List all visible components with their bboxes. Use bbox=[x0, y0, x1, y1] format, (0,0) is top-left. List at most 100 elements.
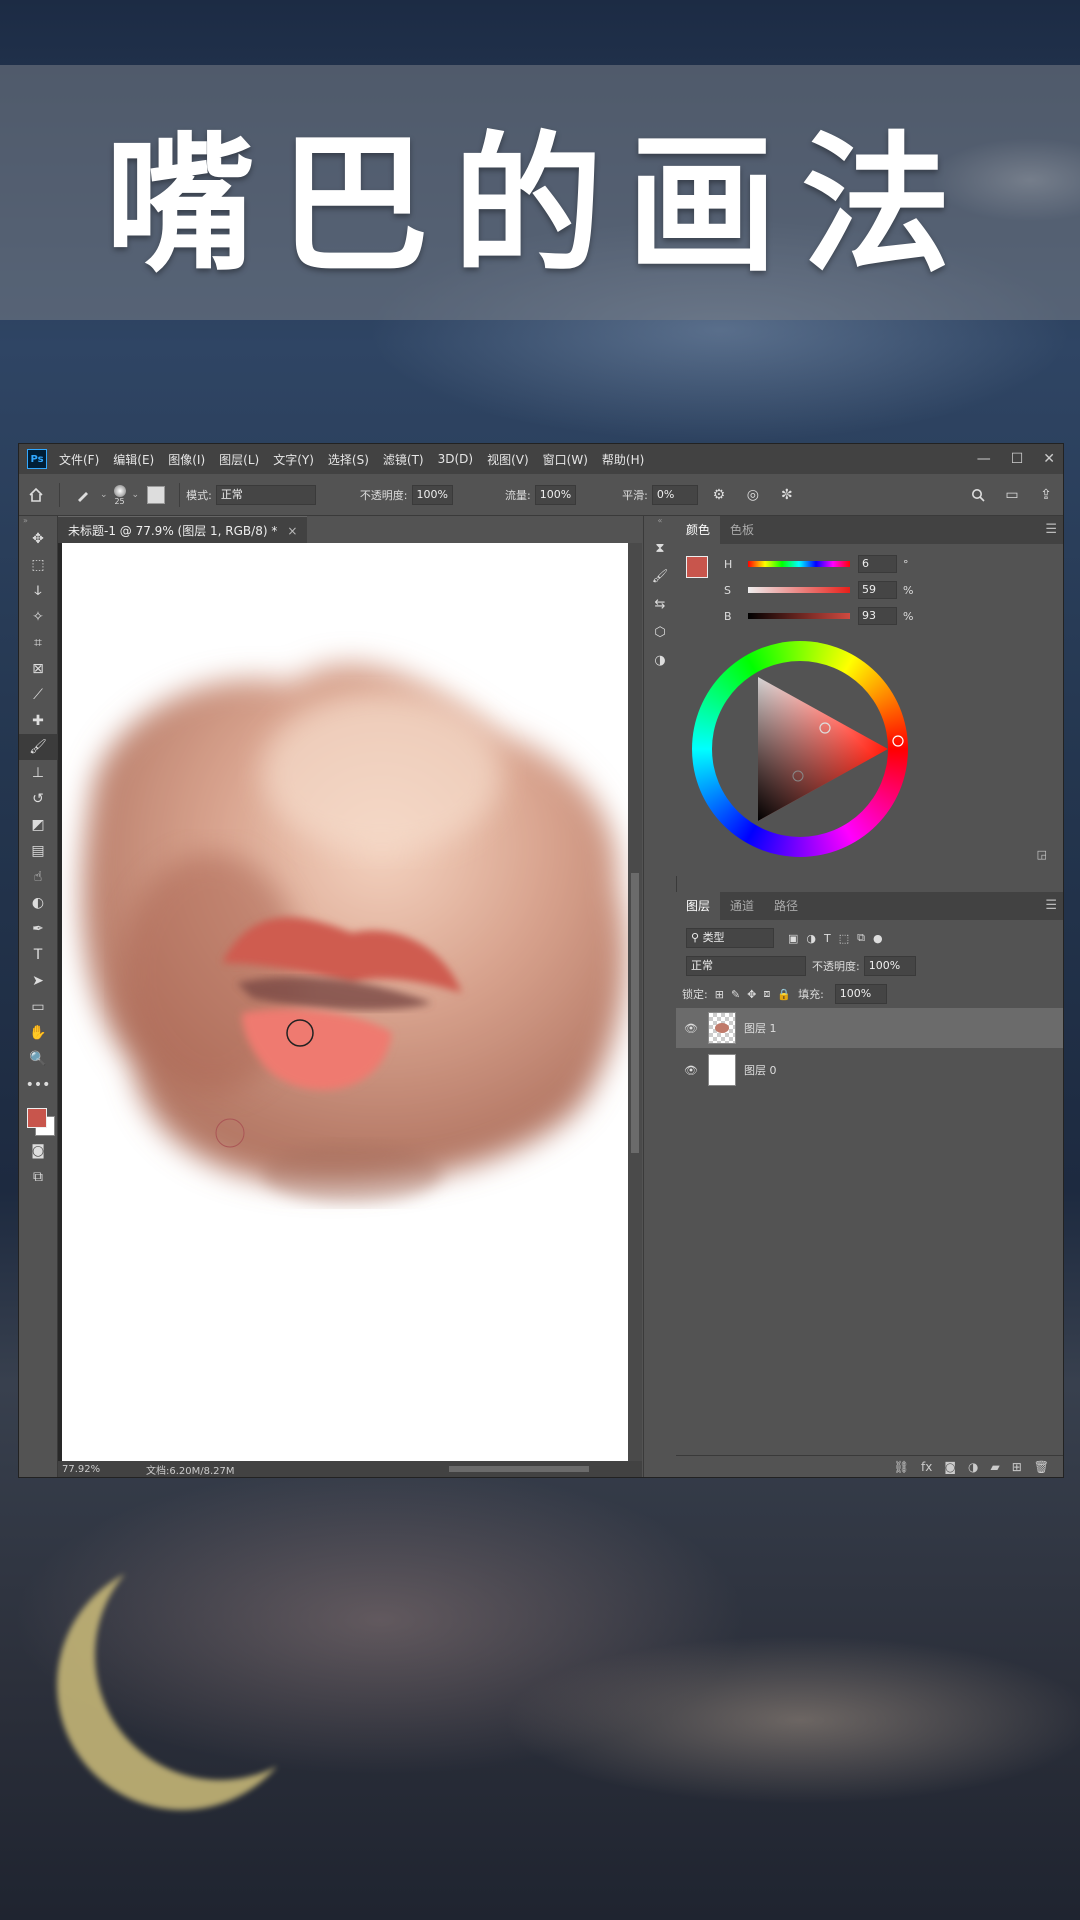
filter-type-icon[interactable]: T bbox=[824, 932, 831, 945]
saturation-slider[interactable] bbox=[748, 587, 850, 593]
frame-tool-icon[interactable]: ⊠ bbox=[19, 656, 57, 682]
hue-slider[interactable] bbox=[748, 561, 850, 567]
dodge-tool-icon[interactable]: ◐ bbox=[19, 890, 57, 916]
brush-panel-icon[interactable] bbox=[145, 484, 167, 506]
canvas-area[interactable] bbox=[58, 543, 628, 1461]
saturation-value[interactable]: 59 bbox=[858, 581, 897, 599]
adjustments-icon[interactable]: ⇆ bbox=[644, 590, 676, 618]
foreground-color-swatch[interactable] bbox=[27, 1108, 47, 1128]
crop-tool-icon[interactable]: ⌗ bbox=[19, 630, 57, 656]
tab-channels[interactable]: 通道 bbox=[720, 892, 764, 920]
zoom-tool-icon[interactable]: 🔍 bbox=[19, 1046, 57, 1072]
panel-menu-icon[interactable]: ☰ bbox=[1045, 516, 1057, 544]
flow-field[interactable]: 100% bbox=[534, 485, 577, 505]
marquee-tool-icon[interactable]: ⬚ bbox=[19, 552, 57, 578]
minimize-button[interactable]: — bbox=[977, 451, 991, 467]
mask-icon[interactable]: ◙ bbox=[944, 1460, 956, 1474]
lock-position-icon[interactable]: ✥ bbox=[747, 988, 756, 1001]
quick-mask-icon[interactable]: ◙ bbox=[19, 1138, 57, 1164]
brush-settings-icon[interactable]: 🖌 bbox=[644, 562, 676, 590]
tab-swatches[interactable]: 色板 bbox=[720, 516, 764, 544]
brush-tool-preset-icon[interactable] bbox=[72, 484, 94, 506]
trash-icon[interactable]: 🗑 bbox=[1034, 1460, 1049, 1474]
lock-transparent-icon[interactable]: ⊞ bbox=[715, 988, 724, 1001]
eye-icon[interactable]: 👁 bbox=[676, 1022, 706, 1035]
menu-help[interactable]: 帮助(H) bbox=[602, 451, 644, 468]
layer-row[interactable]: 👁 图层 1 bbox=[676, 1008, 1063, 1048]
chevron-down-icon[interactable]: ⌄ bbox=[100, 490, 108, 500]
menu-3d[interactable]: 3D(D) bbox=[438, 452, 473, 466]
scroll-thumb[interactable] bbox=[449, 1466, 589, 1472]
history-brush-tool-icon[interactable]: ↺ bbox=[19, 786, 57, 812]
new-layer-icon[interactable]: ⊞ bbox=[1012, 1460, 1022, 1474]
hand-tool-icon[interactable]: ✋ bbox=[19, 1020, 57, 1046]
fill-field[interactable]: 100% bbox=[834, 984, 887, 1004]
brush-tool-icon[interactable]: 🖌 bbox=[19, 734, 57, 760]
brightness-slider[interactable] bbox=[748, 613, 850, 619]
layer-filter-select[interactable]: ⚲ 类型 bbox=[686, 928, 774, 948]
screen-mode-icon[interactable]: ⧉ bbox=[19, 1164, 57, 1190]
smudge-tool-icon[interactable]: ☝ bbox=[19, 864, 57, 890]
close-button[interactable]: ✕ bbox=[1043, 451, 1055, 467]
color-swatches[interactable] bbox=[19, 1098, 57, 1138]
adjustment-icon[interactable]: ◑ bbox=[968, 1460, 978, 1474]
type-tool-icon[interactable]: T bbox=[19, 942, 57, 968]
pen-tool-icon[interactable]: ✒ bbox=[19, 916, 57, 942]
gradient-tool-icon[interactable]: ▤ bbox=[19, 838, 57, 864]
color-wheel-options-icon[interactable]: ◲ bbox=[1037, 848, 1047, 861]
layer-name[interactable]: 图层 0 bbox=[744, 1062, 777, 1078]
tab-layers[interactable]: 图层 bbox=[676, 892, 721, 920]
workspace-icon[interactable]: ▭ bbox=[1001, 484, 1023, 506]
lasso-tool-icon[interactable]: ↆ bbox=[19, 578, 57, 604]
zoom-level[interactable]: 77.92% bbox=[62, 1464, 142, 1475]
hue-ring[interactable] bbox=[692, 641, 908, 857]
canvas[interactable] bbox=[62, 543, 628, 1461]
folder-icon[interactable]: ▰ bbox=[990, 1460, 999, 1474]
brush-size-picker[interactable]: 25 bbox=[113, 484, 126, 506]
menu-select[interactable]: 选择(S) bbox=[328, 451, 369, 468]
layer-row[interactable]: 👁 图层 0 bbox=[676, 1050, 1063, 1090]
3d-icon[interactable]: ⬡ bbox=[644, 618, 676, 646]
menu-window[interactable]: 窗口(W) bbox=[543, 451, 588, 468]
more-tools-icon[interactable]: ••• bbox=[19, 1072, 57, 1098]
filter-shape-icon[interactable]: ⬚ bbox=[839, 932, 849, 945]
symmetry-icon[interactable]: ✼ bbox=[776, 484, 798, 506]
horizontal-scrollbar[interactable] bbox=[419, 1464, 639, 1474]
fx-icon[interactable]: fx bbox=[921, 1460, 932, 1474]
menu-layer[interactable]: 图层(L) bbox=[219, 451, 259, 468]
layer-opacity-field[interactable]: 100% bbox=[863, 956, 916, 976]
lock-artboard-icon[interactable]: ⧈ bbox=[763, 987, 770, 1001]
magic-wand-tool-icon[interactable]: ✧ bbox=[19, 604, 57, 630]
properties-icon[interactable]: ◑ bbox=[644, 646, 676, 674]
hue-value[interactable]: 6 bbox=[858, 555, 897, 573]
eye-icon[interactable]: 👁 bbox=[676, 1064, 706, 1077]
clone-stamp-tool-icon[interactable]: ⊥ bbox=[19, 760, 57, 786]
healing-brush-tool-icon[interactable]: ✚ bbox=[19, 708, 57, 734]
lock-image-icon[interactable]: ✎ bbox=[731, 988, 740, 1001]
gear-icon[interactable]: ⚙ bbox=[708, 484, 730, 506]
menu-file[interactable]: 文件(F) bbox=[59, 451, 99, 468]
search-icon[interactable] bbox=[967, 484, 989, 506]
menu-type[interactable]: 文字(Y) bbox=[273, 451, 314, 468]
collapse-icon[interactable]: « bbox=[644, 516, 676, 534]
opacity-field[interactable]: 100% bbox=[411, 485, 453, 505]
filter-pixel-icon[interactable]: ▣ bbox=[788, 932, 798, 945]
move-tool-icon[interactable]: ✥ bbox=[19, 526, 57, 552]
eyedropper-tool-icon[interactable]: ⟋ bbox=[19, 682, 57, 708]
menu-image[interactable]: 图像(I) bbox=[168, 451, 205, 468]
saturation-brightness-triangle[interactable] bbox=[692, 641, 908, 857]
menu-filter[interactable]: 滤镜(T) bbox=[383, 451, 424, 468]
blend-mode-select[interactable]: 正常 bbox=[686, 956, 806, 976]
scroll-thumb[interactable] bbox=[631, 873, 639, 1153]
panel-menu-icon[interactable]: ☰ bbox=[1045, 892, 1057, 920]
filter-adjustment-icon[interactable]: ◑ bbox=[806, 932, 816, 945]
document-tab[interactable]: 未标题-1 @ 77.9% (图层 1, RGB/8) * × bbox=[58, 516, 308, 544]
mode-select[interactable]: 正常 bbox=[215, 485, 316, 505]
vertical-scrollbar[interactable] bbox=[628, 543, 642, 1461]
share-icon[interactable]: ⇪ bbox=[1035, 484, 1057, 506]
filter-smart-object-icon[interactable]: ⧉ bbox=[857, 931, 865, 945]
menu-edit[interactable]: 编辑(E) bbox=[113, 451, 154, 468]
eraser-tool-icon[interactable]: ◩ bbox=[19, 812, 57, 838]
path-selection-tool-icon[interactable]: ➤ bbox=[19, 968, 57, 994]
menu-view[interactable]: 视图(V) bbox=[487, 451, 529, 468]
